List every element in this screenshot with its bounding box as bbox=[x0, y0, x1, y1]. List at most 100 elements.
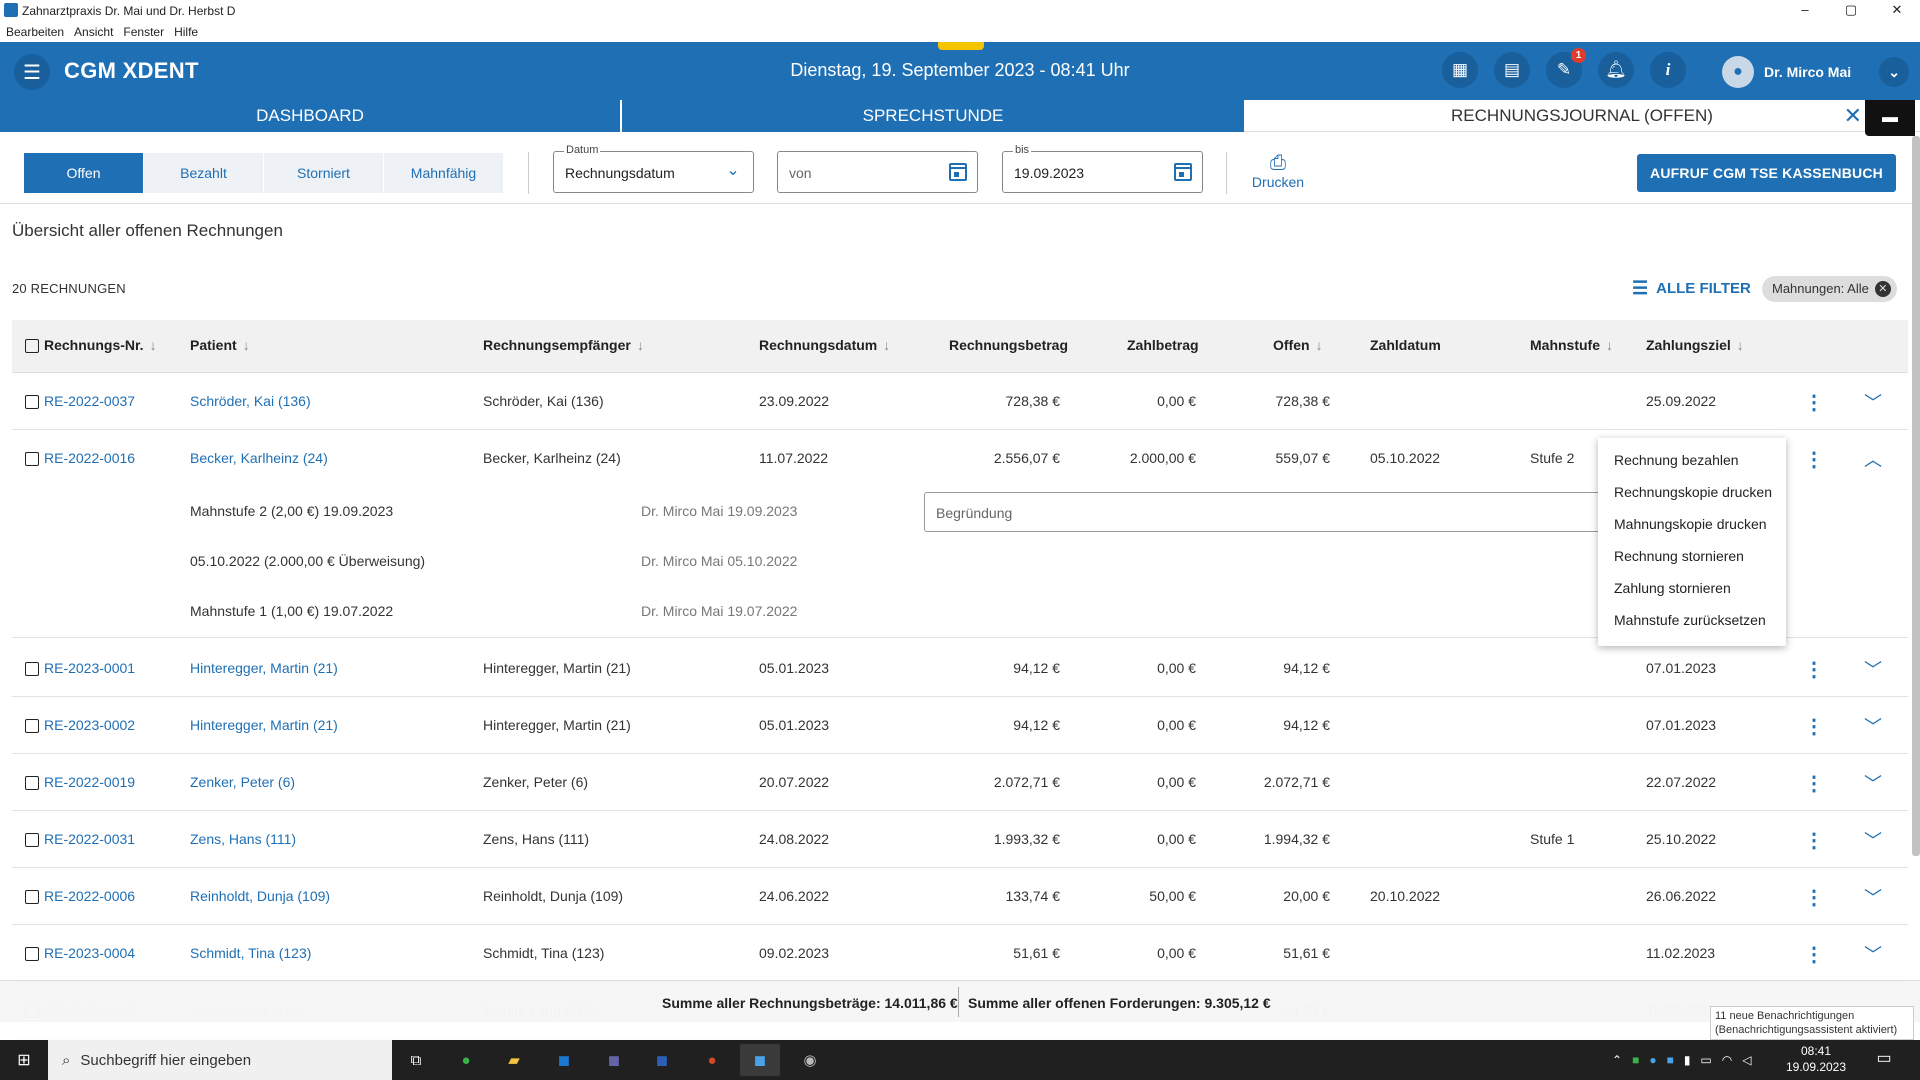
chevron-down-icon[interactable]: ﹀ bbox=[1864, 713, 1882, 739]
edge-icon[interactable]: ● bbox=[446, 1044, 486, 1076]
chevron-down-icon[interactable]: ﹀ bbox=[1864, 884, 1882, 910]
segment-storniert[interactable]: Storniert bbox=[264, 153, 384, 193]
menu-ansicht[interactable]: Ansicht bbox=[74, 25, 113, 39]
cell-patient[interactable]: Hinteregger, Martin (21) bbox=[190, 660, 338, 676]
task-view-icon[interactable]: ⧉ bbox=[396, 1044, 436, 1076]
row-checkbox[interactable] bbox=[25, 452, 39, 466]
tray-app-icon[interactable]: ■ bbox=[1632, 1053, 1639, 1067]
menu-fenster[interactable]: Fenster bbox=[123, 25, 164, 39]
cell-patient[interactable]: Schröder, Kai (136) bbox=[190, 393, 311, 409]
col-patient[interactable]: Patient ↓ bbox=[190, 337, 250, 353]
cell-nr[interactable]: RE-2023-0001 bbox=[44, 660, 135, 676]
pull-tab-handle[interactable] bbox=[938, 42, 984, 50]
info-icon[interactable]: i bbox=[1650, 52, 1686, 88]
calendar-icon[interactable]: ▦ bbox=[1442, 52, 1478, 88]
chevron-down-icon[interactable]: ﹀ bbox=[1864, 941, 1882, 967]
tab-rechnungsjournal[interactable]: RECHNUNGSJOURNAL (OFFEN) ✕ bbox=[1244, 100, 1920, 132]
col-zahlungsziel[interactable]: Zahlungsziel ↓ bbox=[1646, 337, 1744, 353]
row-checkbox[interactable] bbox=[25, 947, 39, 961]
filter-chip[interactable]: Mahnungen: Alle ✕ bbox=[1762, 276, 1897, 302]
tab-dashboard[interactable]: DASHBOARD bbox=[0, 100, 622, 132]
chevron-down-icon[interactable]: ﹀ bbox=[1864, 827, 1882, 853]
bell-icon[interactable]: 🔔︎ bbox=[1598, 52, 1634, 88]
datum-select[interactable]: Datum Rechnungsdatum ⌄ bbox=[553, 144, 754, 193]
bis-date-input[interactable]: bis 19.09.2023 bbox=[1002, 144, 1203, 193]
table-row[interactable]: RE-2023-0004 Schmidt, Tina (123) Schmidt, … bbox=[12, 925, 1908, 982]
maximize-button[interactable]: ▢ bbox=[1828, 0, 1874, 22]
more-actions-icon[interactable]: ⋮ bbox=[1804, 390, 1824, 415]
more-actions-icon[interactable]: ⋮ bbox=[1804, 657, 1824, 682]
table-row[interactable]: RE-2022-0006 Reinholdt, Dunja (109) Reinho… bbox=[12, 868, 1908, 925]
card-reader-icon[interactable]: ▤ bbox=[1494, 52, 1530, 88]
menu-item-mahnungskopie-drucken[interactable]: Mahnungskopie drucken bbox=[1598, 508, 1786, 540]
battery-icon[interactable]: ▭ bbox=[1700, 1053, 1711, 1067]
calendar-icon[interactable] bbox=[1174, 163, 1192, 181]
segment-bezahlt[interactable]: Bezahlt bbox=[144, 153, 264, 193]
menu-item-rechnung-stornieren[interactable]: Rechnung stornieren bbox=[1598, 540, 1786, 572]
volume-icon[interactable]: ◁ bbox=[1742, 1053, 1751, 1067]
menu-item-mahnstufe-zuruecksetzen[interactable]: Mahnstufe zurücksetzen bbox=[1598, 604, 1786, 636]
xdent-taskbar-icon[interactable]: ◼ bbox=[740, 1044, 780, 1076]
row-checkbox[interactable] bbox=[25, 662, 39, 676]
more-actions-icon[interactable]: ⋮ bbox=[1804, 714, 1824, 739]
cell-patient[interactable]: Hinteregger, Martin (21) bbox=[190, 717, 338, 733]
cell-patient[interactable]: Reinholdt, Dunja (109) bbox=[190, 888, 330, 904]
kassenbuch-button[interactable]: AUFRUF CGM TSE KASSENBUCH bbox=[1637, 154, 1896, 192]
windows-start-icon[interactable]: ⊞ bbox=[0, 1040, 48, 1080]
chevron-up-icon[interactable]: ︿ bbox=[1864, 446, 1882, 472]
row-checkbox[interactable] bbox=[25, 395, 39, 409]
row-checkbox[interactable] bbox=[25, 890, 39, 904]
menu-item-zahlung-stornieren[interactable]: Zahlung stornieren bbox=[1598, 572, 1786, 604]
cell-nr[interactable]: RE-2022-0031 bbox=[44, 831, 135, 847]
menu-hilfe[interactable]: Hilfe bbox=[174, 25, 198, 39]
calendar-icon[interactable] bbox=[949, 163, 967, 181]
chevron-down-icon[interactable]: ⌄ bbox=[1879, 57, 1910, 87]
cell-patient[interactable]: Zenker, Peter (6) bbox=[190, 774, 295, 790]
taskbar-search[interactable]: ⌕ Suchbegriff hier eingeben bbox=[48, 1040, 392, 1080]
more-actions-icon[interactable]: ⋮ bbox=[1804, 447, 1824, 472]
chip-remove-icon[interactable]: ✕ bbox=[1874, 281, 1891, 297]
row-checkbox[interactable] bbox=[25, 833, 39, 847]
row-checkbox[interactable] bbox=[25, 776, 39, 790]
wifi-icon[interactable]: ◠ bbox=[1722, 1053, 1732, 1067]
chevron-down-icon[interactable]: ﹀ bbox=[1864, 389, 1882, 415]
col-offen[interactable]: Offen ↓ bbox=[1273, 337, 1323, 353]
cell-nr[interactable]: RE-2022-0037 bbox=[44, 393, 135, 409]
taskbar-clock[interactable]: 08:41 19.09.2023 bbox=[1776, 1043, 1856, 1075]
segment-offen[interactable]: Offen bbox=[24, 153, 144, 193]
col-rechnungs-nr[interactable]: Rechnungs-Nr. ↓ bbox=[44, 337, 157, 353]
tasks-icon[interactable]: ✎ 1 bbox=[1546, 48, 1586, 88]
cell-nr[interactable]: RE-2023-0004 bbox=[44, 945, 135, 961]
user-menu[interactable]: ● Dr. Mirco Mai ⌄ bbox=[1722, 56, 1910, 88]
cell-nr[interactable]: RE-2022-0006 bbox=[44, 888, 135, 904]
cell-nr[interactable]: RE-2023-0002 bbox=[44, 717, 135, 733]
tray-app-icon[interactable]: ■ bbox=[1667, 1053, 1674, 1067]
row-checkbox[interactable] bbox=[25, 719, 39, 733]
action-center-icon[interactable]: ▭ bbox=[1872, 1048, 1896, 1072]
scrollbar[interactable] bbox=[1912, 136, 1920, 856]
menu-bearbeiten[interactable]: Bearbeiten bbox=[6, 25, 64, 39]
table-row[interactable]: RE-2022-0031 Zens, Hans (111) Zens, Hans (… bbox=[12, 811, 1908, 868]
file-explorer-icon[interactable]: ▰ bbox=[494, 1044, 534, 1076]
col-rechnungsbetrag[interactable]: Rechnungsbetrag bbox=[949, 337, 1068, 353]
col-zahlbetrag[interactable]: Zahlbetrag bbox=[1127, 337, 1199, 353]
print-button[interactable]: ⎙ Drucken bbox=[1246, 152, 1310, 190]
cell-patient[interactable]: Schmidt, Tina (123) bbox=[190, 945, 311, 961]
more-actions-icon[interactable]: ⋮ bbox=[1804, 885, 1824, 910]
col-rechnungsdatum[interactable]: Rechnungsdatum ↓ bbox=[759, 337, 890, 353]
more-actions-icon[interactable]: ⋮ bbox=[1804, 828, 1824, 853]
minimize-button[interactable]: – bbox=[1782, 0, 1828, 22]
select-all-checkbox[interactable] bbox=[25, 339, 39, 353]
app-taskbar-icon[interactable]: ◉ bbox=[790, 1044, 830, 1076]
table-row[interactable]: RE-2023-0002 Hinteregger, Martin (21) Hint… bbox=[12, 697, 1908, 754]
menu-item-rechnung-bezahlen[interactable]: Rechnung bezahlen bbox=[1598, 444, 1786, 476]
chevron-down-icon[interactable]: ﹀ bbox=[1864, 770, 1882, 796]
segment-mahnfaehig[interactable]: Mahnfähig bbox=[384, 153, 504, 193]
menu-item-rechnungskopie-drucken[interactable]: Rechnungskopie drucken bbox=[1598, 476, 1786, 508]
col-empfaenger[interactable]: Rechnungsempfänger ↓ bbox=[483, 337, 644, 353]
cell-patient[interactable]: Zens, Hans (111) bbox=[190, 831, 296, 847]
chevron-up-icon[interactable]: ⌃ bbox=[1612, 1053, 1622, 1067]
table-row[interactable]: RE-2022-0019 Zenker, Peter (6) Zenker, Pet… bbox=[12, 754, 1908, 811]
notification-toast[interactable]: 11 neue Benachrichtigungen (Benachrichti… bbox=[1710, 1006, 1914, 1040]
word-icon[interactable]: ◼ bbox=[642, 1044, 682, 1076]
